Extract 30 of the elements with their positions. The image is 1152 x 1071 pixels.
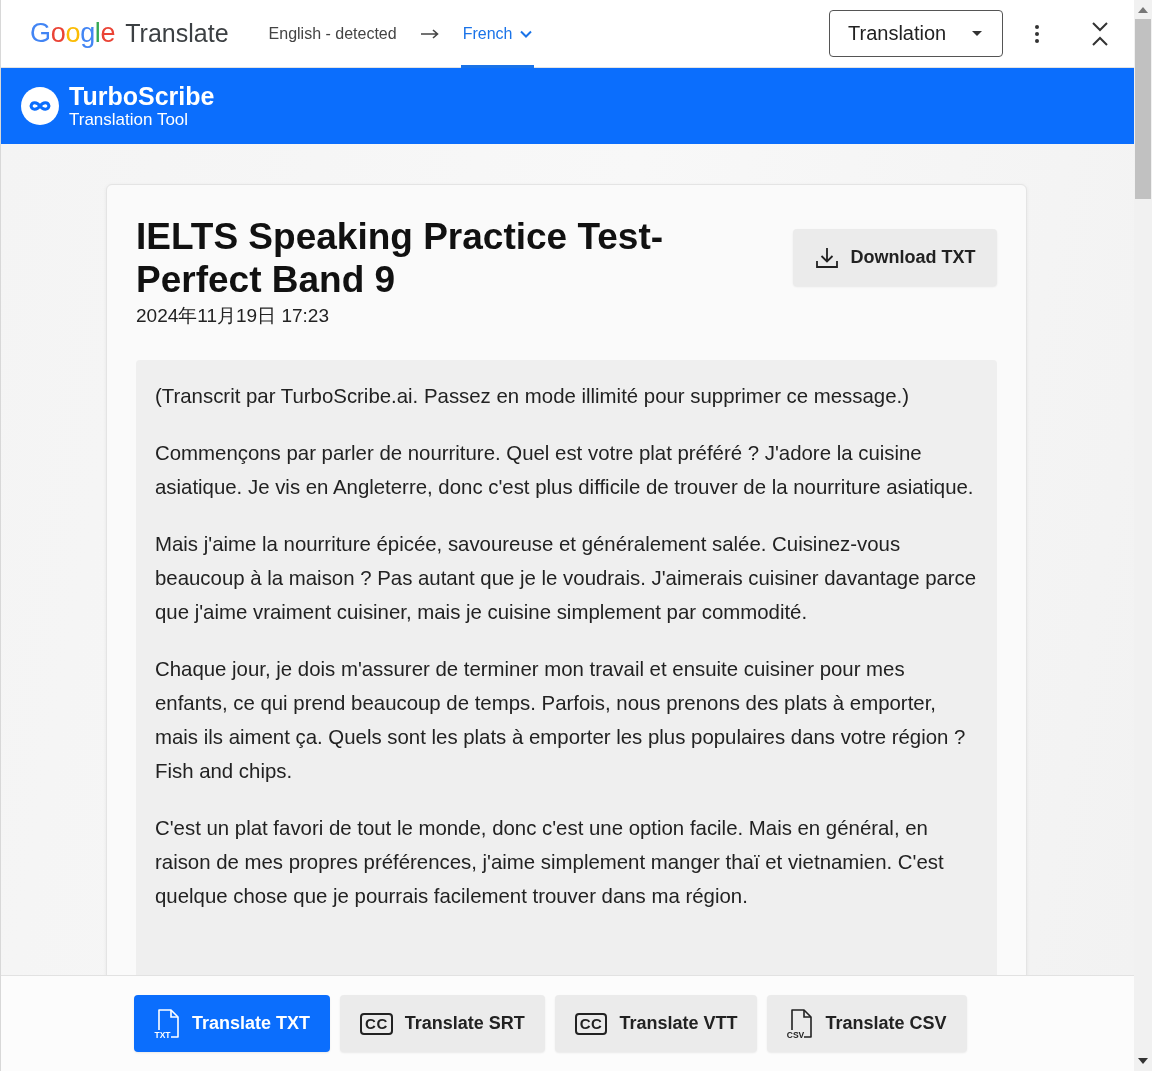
infinity-logo-icon <box>21 87 59 125</box>
download-icon <box>814 245 839 270</box>
transcript-paragraph: Chaque jour, je dois m'assurer de terminer mon travail et ensuite cuisiner pour mes enfants, ce qui prend beaucoup de temps. Parfois, nous prenons des plats à emporter, mais ils aiment ça. Quels sont les plats à emporter les plus populaires dans votre région ? Fish and chips. <box>155 657 967 784</box>
closed-captions-icon: CC <box>574 1012 608 1035</box>
scroll-up-icon[interactable] <box>1138 7 1148 13</box>
google-logo: Google <box>30 18 116 49</box>
collapse-icon[interactable] <box>1092 21 1108 46</box>
arrow-right-icon <box>420 28 439 39</box>
download-button[interactable]: Download TXT <box>793 229 997 286</box>
transcript-paragraph: Commençons par parler de nourriture. Quel est votre plat préféré ? J'adore la cuisine asiatique. Je vis en Angleterre, donc c'est plus difficile de trouver de la nourriture asiatique. <box>155 441 975 500</box>
app-subtitle: Translation Tool <box>69 109 190 130</box>
document-title: IELTS Speaking Practice Test-Perfect Band 9 <box>136 215 665 301</box>
app-title: TurboScribe <box>69 82 215 110</box>
mode-dropdown[interactable]: Translation <box>829 10 1003 57</box>
transcript-paragraph: (Transcrit par TurboScribe.ai. Passez en mode illimité pour supprimer ce message.) <box>155 384 910 409</box>
translate-format-button[interactable]: CSV Translate CSV <box>767 995 967 1052</box>
transcript-paragraph: C'est un plat favori de tout le monde, donc c'est une option facile. Mais en général, en raison de mes propres préférences, j'aime simplement manger thaï et vietnamien. C'est quelque chose que je pourrais facilement trouver dans ma région. <box>155 816 945 909</box>
scroll-down-icon[interactable] <box>1138 1058 1148 1064</box>
translate-format-button[interactable]: CC Translate VTT <box>554 995 758 1052</box>
scrollbar-thumb[interactable] <box>1135 19 1151 199</box>
chevron-down-icon <box>520 29 533 38</box>
transcript-paragraph: Mais j'aime la nourriture épicée, savoureuse et généralement salée. Cuisinez-vous beaucoup à la maison ? Pas autant que je le voudrais. J'aimerais cuisiner davantage parce que j'aime vraiment cuisiner, mais je cuisine simplement par commodité. <box>155 532 978 625</box>
language-tab[interactable]: English - detected <box>266 0 399 68</box>
translate-format-button[interactable]: TXT Translate TXT <box>134 995 331 1052</box>
more-options-icon[interactable] <box>1035 24 1039 43</box>
translate-format-button[interactable]: CC Translate SRT <box>340 995 545 1052</box>
translate-title: Translate <box>125 19 229 48</box>
caret-down-icon <box>972 31 982 36</box>
closed-captions-icon: CC <box>360 1012 393 1035</box>
document-date: 2024年11月19日 17:23 <box>136 304 330 328</box>
